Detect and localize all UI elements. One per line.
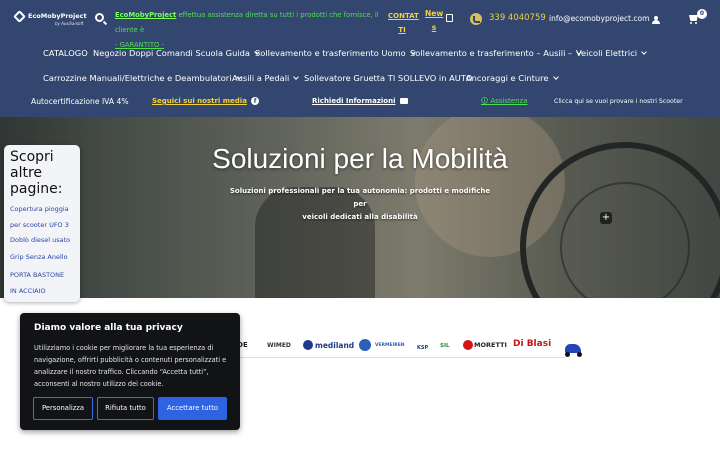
sidebar-link-line2: per scooter UFO 3 <box>10 221 69 229</box>
promo-text[interactable]: EcoMobyProject effettua assistenza diret… <box>115 8 380 53</box>
hero-subtitle-line2: veicoli dedicati alla disabilità <box>302 213 418 221</box>
nav-item-catalogo[interactable]: CATALOGO <box>43 48 88 58</box>
brand-divider <box>235 357 565 358</box>
sidebar-link-grip[interactable]: Grip Senza Anello <box>10 249 80 265</box>
phone-number[interactable]: 339 4040759 <box>489 13 546 23</box>
sidebar-link-copertura[interactable]: Copertura pioggia per scooter UFO 3 <box>10 201 80 233</box>
envelope-icon[interactable] <box>400 98 408 104</box>
brand-logos-strip: OE WIMED mediland VERMEIREN KSP SIL MORE… <box>235 335 595 360</box>
site-logo[interactable]: EcoMobyProject by Ausiliarsoft <box>13 10 87 30</box>
vermeiren-logo-icon <box>359 339 371 351</box>
brand-logo[interactable]: mediland <box>315 341 354 350</box>
logo-tagline: by Ausiliarsoft <box>55 21 84 26</box>
brand-logo[interactable]: Di Blasi <box>513 339 551 349</box>
scooter-icon[interactable] <box>563 340 585 358</box>
nav-item-doppi-comandi[interactable]: Negozio Doppi Comandi Scuola Guida <box>93 48 260 58</box>
news-line2: s <box>431 23 437 32</box>
social-media-link[interactable]: Seguici sui nostri media <box>152 97 247 105</box>
nav-item-veicoli-elettrici[interactable]: Veicoli Elettrici <box>576 48 647 58</box>
email-address[interactable]: info@ecomobyproject.com <box>549 14 649 23</box>
chevron-down-icon <box>641 49 647 55</box>
try-scooter-link[interactable]: Clicca qui se vuoi provare i nostri Scoo… <box>554 98 683 105</box>
site-header: EcoMobyProject by Ausiliarsoft EcoMobyPr… <box>0 0 720 117</box>
hero-subtitle-line1: Soluzioni professionali per la tua auton… <box>229 187 491 208</box>
contatti-line1: CONTAT <box>388 12 419 20</box>
cart-count-badge: 0 <box>697 9 707 19</box>
top-bar: EcoMobyProject by Ausiliarsoft EcoMobyPr… <box>0 0 720 49</box>
moretti-logo-icon <box>463 340 473 350</box>
brand-logo[interactable]: VERMEIREN <box>375 343 405 348</box>
contatti-line2: TI <box>398 26 406 34</box>
news-link[interactable]: New s <box>425 7 443 35</box>
sidebar-link-doblo[interactable]: Doblò diesel usato <box>10 232 80 248</box>
iva-link[interactable]: Autocertificazione IVA 4% <box>31 97 129 106</box>
hero-subtitle: Soluzioni professionali per la tua auton… <box>225 185 495 224</box>
brand-logo[interactable]: KSP <box>417 345 428 351</box>
search-icon[interactable] <box>95 13 104 22</box>
nav-item-label: Sollevamento e trasferimento – Ausili – <box>410 48 573 58</box>
contatti-link[interactable]: CONTAT TI <box>388 9 419 37</box>
nav-item-label: Ausili a Pedali <box>232 73 290 83</box>
nav-item-sollevamento-uomo[interactable]: Sollevamento e trasferimento Uomo <box>255 48 416 58</box>
nav-item-label: Sollevamento e trasferimento Uomo <box>255 48 406 58</box>
phone-icon <box>470 13 482 25</box>
reject-all-button[interactable]: Rifiuta tutto <box>97 397 154 420</box>
discover-pages-box: Scopri altre pagine: Copertura pioggia p… <box>4 145 80 302</box>
nav-item-label: Veicoli Elettrici <box>576 48 638 58</box>
logo-mark-icon <box>13 10 26 23</box>
facebook-icon[interactable]: f <box>251 97 259 105</box>
news-line1: New <box>425 9 444 18</box>
chevron-down-icon <box>293 74 300 80</box>
info-bar: Autocertificazione IVA 4% Seguici sui no… <box>0 97 720 111</box>
hero-title: Soluzioni per la Mobilità <box>212 143 508 174</box>
newspaper-icon[interactable] <box>446 14 453 22</box>
sidebar-link-line1: PORTA BASTONE <box>10 271 65 279</box>
nav-item-label: Sollevatore Gruetta TI SOLLEVO in AUTO <box>304 73 473 83</box>
mediland-logo-icon <box>303 340 313 350</box>
assistance-link[interactable]: 🛈 Assistenza <box>481 97 528 108</box>
discover-pages-title: Scopri altre pagine: <box>10 149 63 197</box>
chevron-down-icon <box>552 74 559 80</box>
logo-name: EcoMobyProject <box>28 12 87 20</box>
sidebar-link-line1: Grip Senza Anello <box>10 253 68 261</box>
brand-logo[interactable]: MORETTI <box>474 341 507 349</box>
nav-item-label: Negozio Doppi Comandi Scuola Guida <box>93 48 251 58</box>
nav-item-sollevamento-ausili[interactable]: Sollevamento e trasferimento – Ausili – <box>410 48 583 58</box>
cookie-title: Diamo valore alla tua privacy <box>34 323 183 333</box>
nav-item-label: Carrozzine Manuali/Elettriche e Deambula… <box>43 73 232 83</box>
promo-brand: EcoMobyProject <box>115 11 177 19</box>
customize-button[interactable]: Personalizza <box>33 397 93 420</box>
sidebar-link-line1: Copertura pioggia <box>10 205 69 213</box>
nav-item-ausili-pedali[interactable]: Ausili a Pedali <box>232 73 300 83</box>
brand-logo[interactable]: SIL <box>440 343 450 349</box>
nav-item-label: CATALOGO <box>43 48 88 58</box>
plus-icon[interactable]: + <box>600 212 612 224</box>
nav-item-label: Ancoraggi e Cinture <box>466 73 549 83</box>
nav-item-carrozzine[interactable]: Carrozzine Manuali/Elettriche e Deambula… <box>43 73 242 83</box>
nav-item-ancoraggi[interactable]: Ancoraggi e Cinture <box>466 73 559 83</box>
user-icon[interactable] <box>652 16 660 24</box>
request-info-link[interactable]: Richiedi Informazioni <box>312 97 396 105</box>
sidebar-link-porta-bastone[interactable]: PORTA BASTONE IN ACCIAIO <box>10 267 80 299</box>
cookie-text: Utilizziamo i cookie per migliorare la t… <box>34 344 227 388</box>
nav-item-gruetta[interactable]: Sollevatore Gruetta TI SOLLEVO in AUTO <box>304 73 472 83</box>
sidebar-link-line1: Doblò diesel usato <box>10 236 71 244</box>
brand-logo[interactable]: WIMED <box>267 342 291 349</box>
cookie-banner: Diamo valore alla tua privacy Utilizziam… <box>20 313 240 430</box>
accept-all-button[interactable]: Accettare tutto <box>158 397 227 420</box>
sidebar-link-line2: IN ACCIAIO <box>10 287 46 295</box>
